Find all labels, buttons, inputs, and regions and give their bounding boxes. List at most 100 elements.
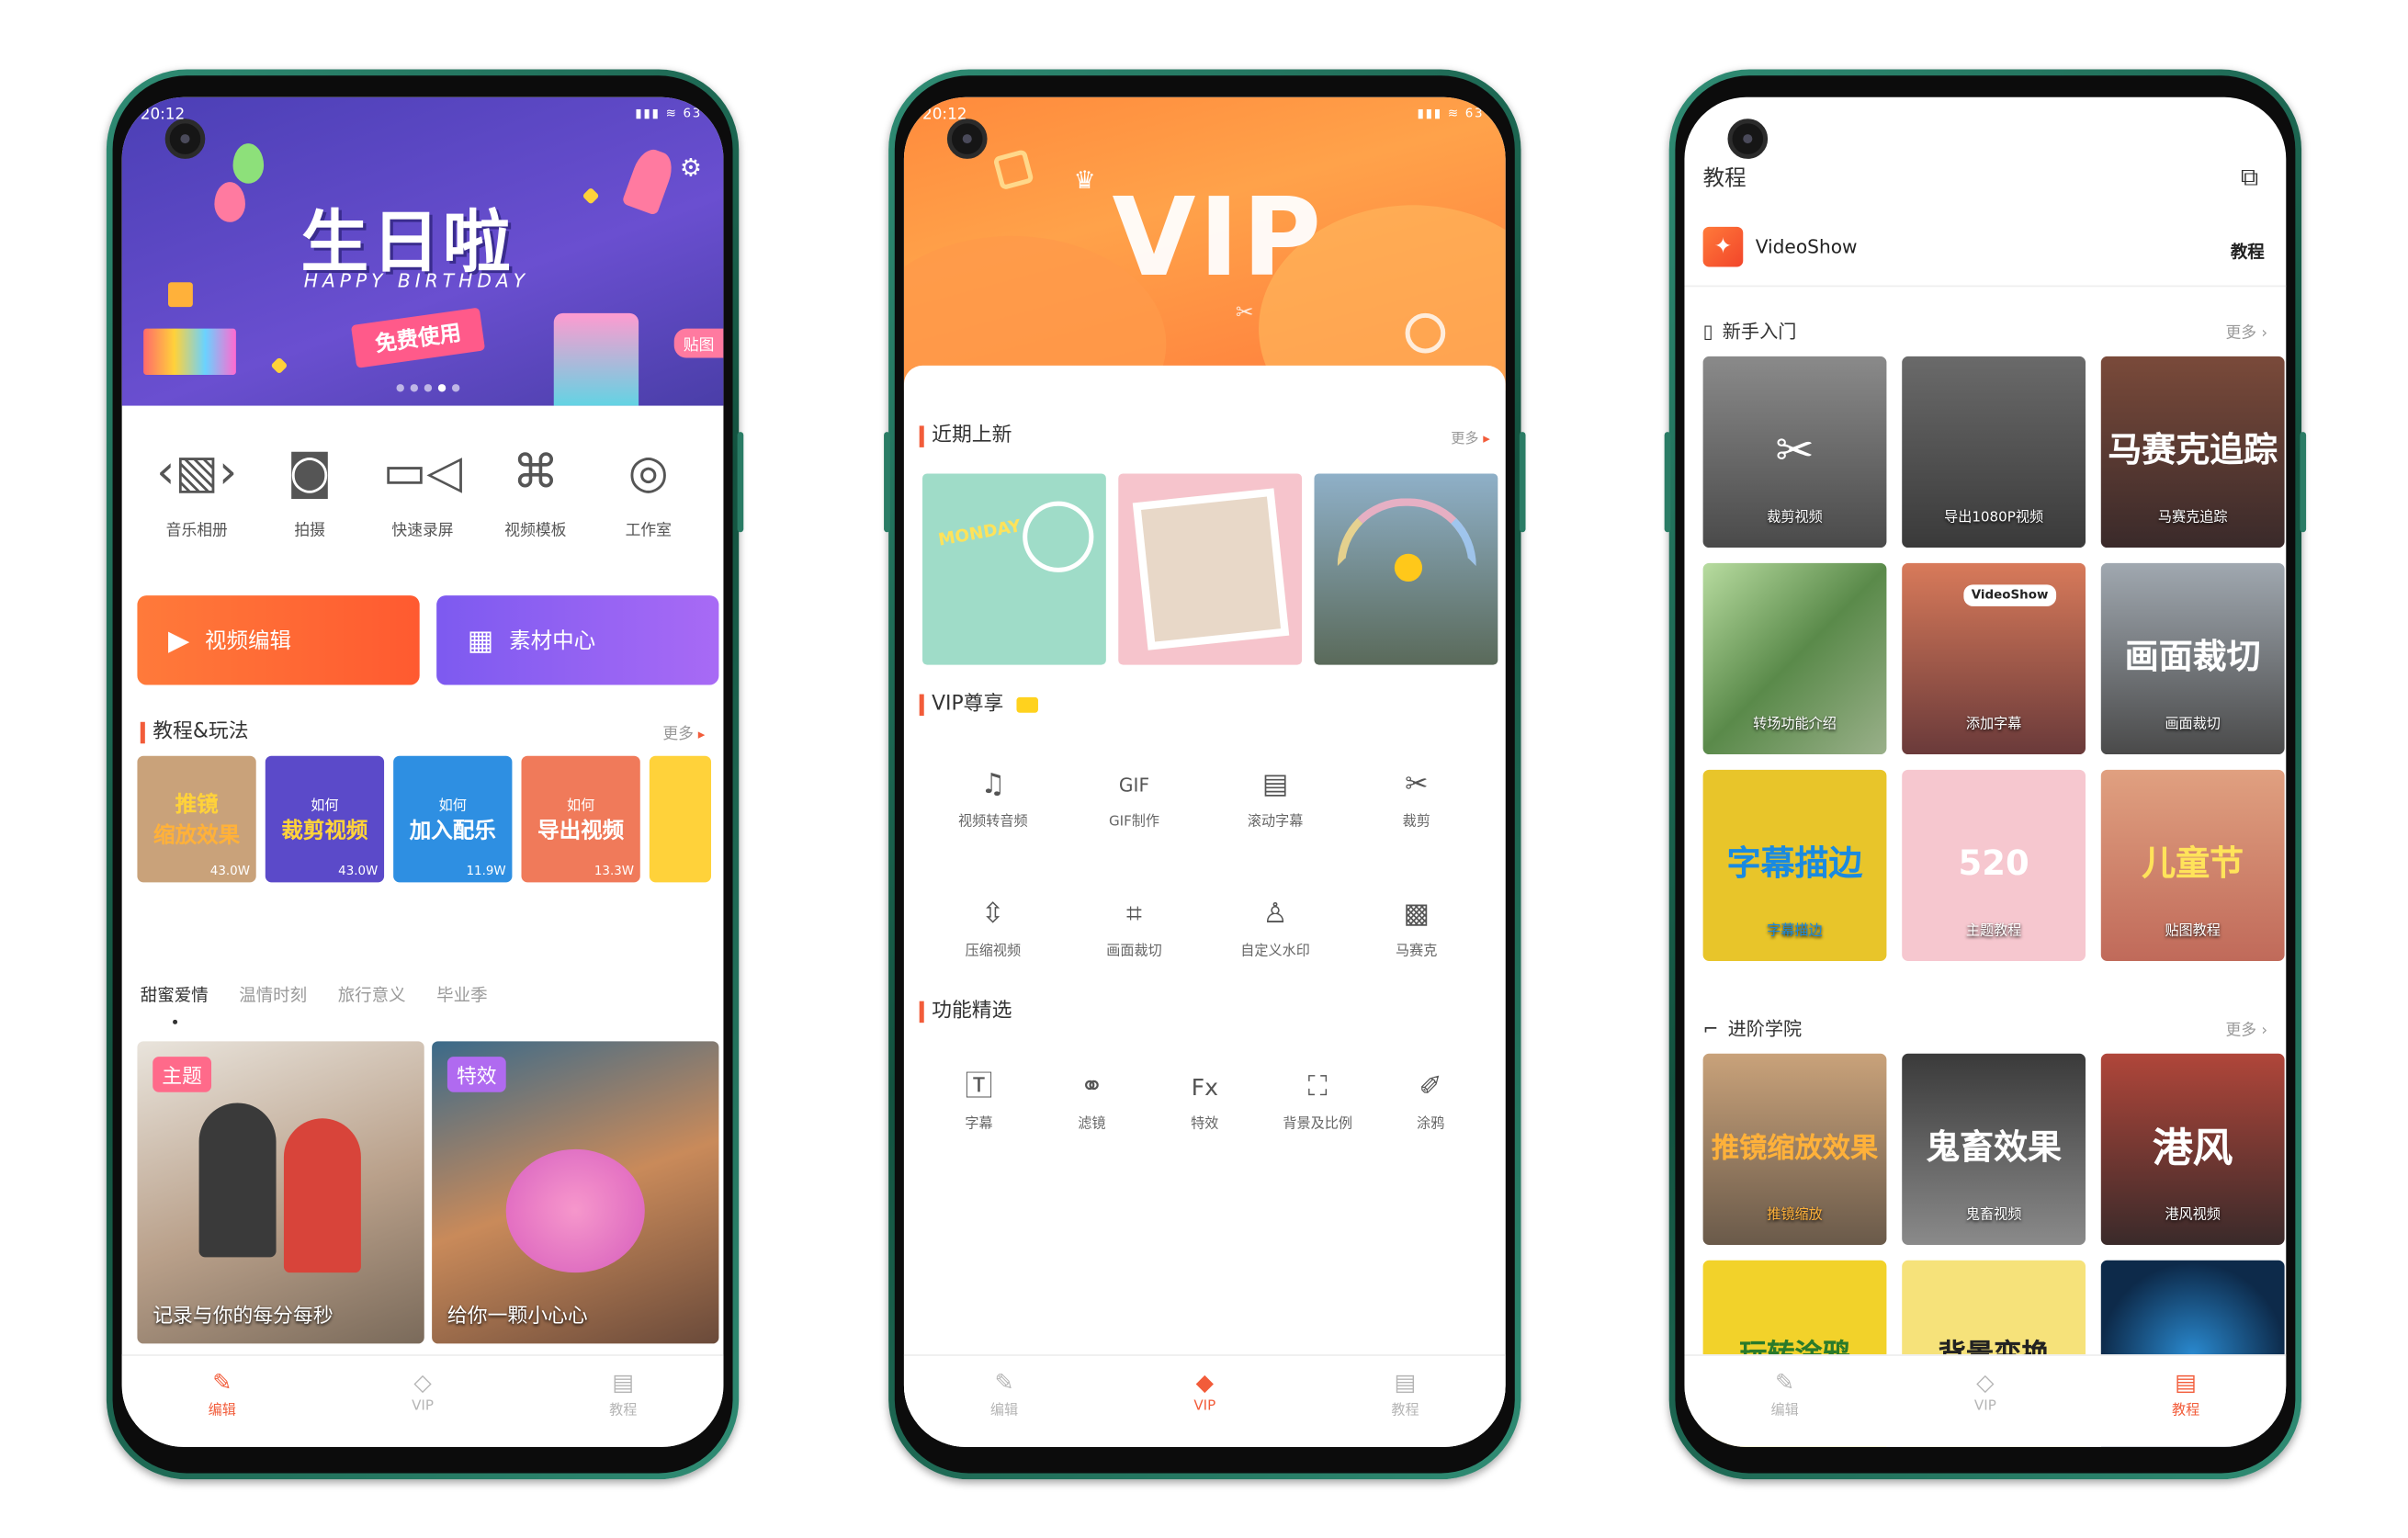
free-use-button[interactable]: 免费使用 (350, 307, 486, 368)
recent-item[interactable] (1314, 473, 1498, 665)
tab-edit[interactable]: ✎ 编辑 (1684, 1356, 1884, 1447)
card-title: 字幕描边 (1726, 845, 1863, 885)
card-title: 推镜缩放效果 (1711, 1132, 1879, 1165)
tutorial-thumb[interactable]: 推镜 缩放效果 43.0W (137, 755, 256, 883)
vip-feature[interactable]: ▩ 马赛克 (1346, 896, 1487, 959)
vip-feature[interactable]: ♫ 视频转音频 (922, 766, 1064, 830)
play-circle-icon (1405, 312, 1446, 354)
template-icon: ⌘ (512, 446, 560, 500)
sticker-text: MONDAY (936, 515, 1023, 550)
tab-edit[interactable]: ✎ 编辑 (122, 1356, 322, 1447)
tutorial-card[interactable]: 推镜缩放效果 推镜缩放 (1702, 1053, 1887, 1245)
screen-record-icon: ▭◁ (382, 446, 463, 500)
quick-action-template[interactable]: ⌘ 视频模板 (490, 443, 582, 539)
tab-vip[interactable]: ◇ VIP (1885, 1356, 2086, 1447)
tutorial-card[interactable]: VideoShow 添加字幕 (1902, 562, 2086, 755)
feature-item[interactable]: ✐ 涂鸦 (1374, 1069, 1487, 1132)
tutorial-card[interactable]: 转场功能介绍 (1702, 562, 1887, 755)
tutorial-card[interactable]: 520 主题教程 (1902, 769, 2086, 962)
crown-icon: ♛ (1073, 164, 1096, 195)
tab-label: 教程 (2172, 1403, 2200, 1419)
status-bar: 20:12 ▮▮▮ ≋ 63 (141, 107, 702, 131)
tab-vip[interactable]: ◆ VIP (1104, 1356, 1305, 1447)
tab-tutorial[interactable]: ▤ 教程 (1305, 1356, 1505, 1447)
features-header: 功能精选 (919, 1001, 1490, 1023)
tab-tutorial[interactable]: ▤ 教程 (523, 1356, 723, 1447)
trend-icon: ⌐ (1702, 1017, 1719, 1039)
birthday-banner[interactable]: 20:12 ▮▮▮ ≋ 63 生日啦 HAPPY BIRTHDAY 免费使用 贴… (121, 96, 724, 406)
tutorial-card[interactable]: 导出1080P视频 (1902, 356, 2086, 548)
video-icon: ▶ (168, 624, 190, 657)
diamond-icon: ◇ (1976, 1368, 1995, 1397)
vip-header: VIP尊享 (919, 692, 1490, 717)
feature-item[interactable]: ⛶ 背景及比例 (1261, 1069, 1374, 1132)
gear-icon[interactable]: ⚙ (680, 153, 702, 182)
vip-banner: 20:12 ▮▮▮ ≋ 63 ♛ ✂ VIP (903, 96, 1506, 390)
card-caption: 贴图教程 (2165, 923, 2221, 940)
scroll-subtitle-icon: ▤ (1261, 768, 1289, 801)
vip-feature[interactable]: ♙ 自定义水印 (1204, 896, 1346, 959)
more-link[interactable]: 更多 (2225, 1016, 2267, 1039)
photo-frame (1132, 488, 1290, 650)
share-edit-icon[interactable]: ⧉ (2241, 162, 2258, 193)
side-button (737, 432, 744, 533)
quick-action-record[interactable]: ▭◁ 快速录屏 (377, 443, 469, 539)
category-tab[interactable]: 毕业季 (436, 983, 487, 1008)
theme-card[interactable]: 主题 记录与你的每分每秒 (137, 1041, 424, 1344)
camera-cutout (1727, 119, 1769, 159)
card-caption: 给你一颗小心心 (447, 1305, 588, 1329)
recent-item[interactable]: MONDAY (922, 473, 1106, 665)
card-caption: 字幕描边 (1767, 923, 1823, 940)
vip-feature[interactable]: GIF GIF制作 (1064, 766, 1205, 830)
recent-header: 近期上新 更多 (919, 425, 1490, 447)
heart-effect (505, 1148, 645, 1273)
feature-item[interactable]: Fx 特效 (1148, 1069, 1261, 1133)
card-caption: 记录与你的每分每秒 (153, 1305, 334, 1329)
book-icon: ▯ (1702, 320, 1713, 342)
more-link[interactable]: 更多 (662, 720, 705, 743)
recent-item[interactable] (1118, 473, 1303, 665)
category-tab[interactable]: 温情时刻 (239, 983, 307, 1008)
tab-tutorial[interactable]: ▤ 教程 (2086, 1356, 2286, 1447)
brand-name: VideoShow (1755, 235, 1858, 258)
tutorial-thumb[interactable]: 如何 裁剪视频 43.0W (265, 755, 385, 883)
brand-tab[interactable]: 教程 (2231, 239, 2265, 264)
tutorial-card[interactable]: 马赛克追踪 马赛克追踪 (2100, 356, 2285, 548)
tutorial-card[interactable]: 港风 港风视频 (2100, 1053, 2285, 1245)
page-title: 教程 (1702, 166, 1747, 192)
vip-feature[interactable]: ✂ 裁剪 (1346, 766, 1487, 830)
materials-button[interactable]: ▦ 素材中心 (436, 595, 719, 685)
tutorial-card[interactable]: 鬼畜效果 鬼畜视频 (1902, 1053, 2086, 1245)
tutorial-card[interactable]: 字幕描边 字幕描边 (1702, 769, 1887, 962)
section-title-text: VIP尊享 (932, 692, 1004, 717)
feature-item[interactable]: 🅃 字幕 (922, 1069, 1035, 1132)
quick-action-album[interactable]: ‹▧› 音乐相册 (151, 443, 243, 539)
store-icon: ▦ (467, 624, 494, 657)
more-link[interactable]: 更多 (2225, 320, 2267, 342)
category-tab[interactable]: 旅行意义 (338, 983, 406, 1008)
tutorial-card[interactable]: ✂ 裁剪视频 (1702, 356, 1887, 548)
tutorial-card[interactable]: 画面裁切 画面裁切 (2100, 562, 2285, 755)
tutorial-thumb-peek[interactable] (649, 755, 712, 883)
vip-feature[interactable]: ▤ 滚动字幕 (1204, 766, 1346, 830)
effect-card[interactable]: 特效 给你一颗小心心 (432, 1041, 719, 1344)
video-edit-button[interactable]: ▶ 视频编辑 (137, 595, 420, 685)
quick-action-shoot[interactable]: ◙ 拍摄 (264, 443, 356, 539)
section-title: 功能精选 (919, 1001, 1012, 1023)
materials-label: 素材中心 (509, 629, 596, 654)
quick-action-studio[interactable]: ◎ 工作室 (602, 443, 695, 539)
tutorial-thumb[interactable]: 如何 导出视频 13.3W (521, 755, 640, 883)
vip-feature[interactable]: ⌗ 画面裁切 (1064, 896, 1205, 959)
side-button (884, 432, 890, 533)
tab-edit[interactable]: ✎ 编辑 (904, 1356, 1104, 1447)
person-figure (283, 1118, 361, 1273)
category-tab[interactable]: 甜蜜爱情 (141, 983, 209, 1008)
vip-feature[interactable]: ⇳ 压缩视频 (922, 896, 1064, 959)
person-figure (198, 1103, 277, 1258)
feature-item[interactable]: ⚭ 滤镜 (1035, 1069, 1148, 1132)
brand-row[interactable]: ✦ VideoShow (1702, 226, 1858, 267)
tab-vip[interactable]: ◇ VIP (322, 1356, 523, 1447)
tutorial-thumb[interactable]: 如何 加入配乐 11.9W (393, 755, 513, 883)
more-link[interactable]: 更多 (1451, 426, 1490, 447)
tutorial-card[interactable]: 儿童节 贴图教程 (2100, 769, 2285, 962)
